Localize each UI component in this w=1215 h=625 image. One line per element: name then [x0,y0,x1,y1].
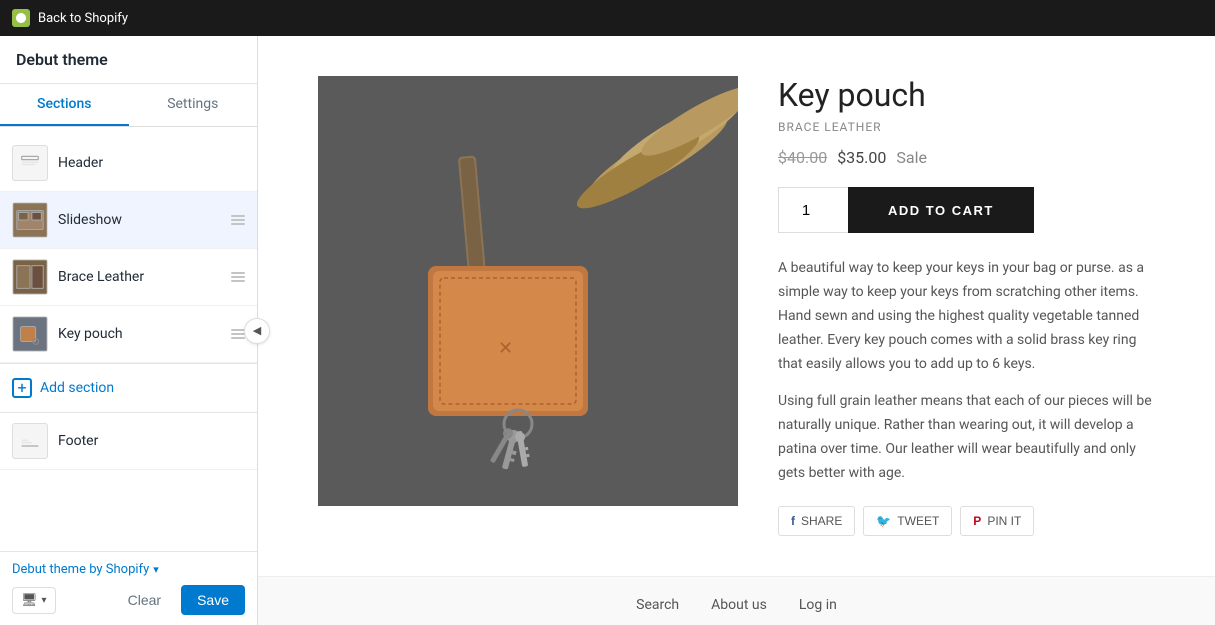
section-thumb-keypouch [12,316,48,352]
keypouch-drag-handle[interactable] [231,329,245,339]
product-image-container: ✕ [318,76,738,536]
bottom-actions: 🖥 ▾ Clear Save [12,585,245,615]
chevron-down-icon: ▾ [153,563,159,576]
pinterest-icon: P [973,514,981,528]
add-section-label: Add section [40,380,114,396]
tabs-container: Sections Settings [0,84,257,127]
section-item-slideshow[interactable]: Slideshow [0,192,257,249]
section-label-header: Header [58,155,245,171]
product-vendor: BRACE LEATHER [778,120,1155,134]
footer-link-search[interactable]: Search [636,597,679,613]
social-buttons: f SHARE 🐦 TWEET P PIN IT [778,506,1155,536]
product-price: $40.00 $35.00 Sale [778,148,1155,167]
section-label-brace: Brace Leather [58,269,221,285]
section-item-key-pouch[interactable]: Key pouch [0,306,257,363]
clear-button[interactable]: Clear [116,587,173,613]
sidebar-header: Debut theme [0,36,257,84]
topbar: Back to Shopify [0,0,1215,36]
product-description-1: A beautiful way to keep your keys in you… [778,257,1155,376]
section-item-header[interactable]: Header [0,135,257,192]
section-label-keypouch: Key pouch [58,326,221,342]
plus-icon: + [12,378,32,398]
drag-dots-slideshow [231,215,245,225]
product-image: ✕ [318,76,738,506]
tweet-button[interactable]: 🐦 TWEET [863,506,952,536]
device-toggle-button[interactable]: 🖥 ▾ [12,587,56,614]
content-area: ✕ [258,36,1215,625]
sidebar-footer: Debut theme by Shopify ▾ 🖥 ▾ Clear Save [0,551,257,625]
sale-price: $35.00 [837,148,886,167]
product-description-2: Using full grain leather means that each… [778,390,1155,485]
section-thumb-brace [12,259,48,295]
pin-label: PIN IT [987,514,1021,528]
chevron-icon: ▾ [42,595,47,606]
footer-thumb-icon [20,431,40,451]
share-label: SHARE [801,514,842,528]
theme-badge[interactable]: Debut theme by Shopify ▾ [12,562,245,577]
section-item-footer[interactable]: Footer [0,412,257,470]
collapse-sidebar-button[interactable]: ◀ [244,318,270,344]
drag-dots-brace [231,272,245,282]
shopify-icon [12,9,30,27]
product-section: ✕ [258,36,1215,576]
section-thumb-footer [12,423,48,459]
section-label-slideshow: Slideshow [58,212,221,228]
section-label-footer: Footer [58,433,245,449]
product-title: Key pouch [778,76,1155,114]
product-image-svg: ✕ [318,76,738,506]
twitter-icon: 🐦 [876,514,891,528]
product-details: Key pouch BRACE LEATHER $40.00 $35.00 Sa… [778,76,1155,536]
section-thumb-header [12,145,48,181]
footer-link-login[interactable]: Log in [799,597,837,613]
section-item-brace-leather[interactable]: Brace Leather [0,249,257,306]
add-section-button[interactable]: + Add section [0,363,257,412]
sale-badge: Sale [896,148,927,167]
slideshow-drag-handle[interactable] [231,215,245,225]
original-price: $40.00 [778,148,827,167]
tab-settings[interactable]: Settings [129,84,258,126]
back-to-shopify-link[interactable]: Back to Shopify [38,11,128,26]
main-layout: Debut theme Sections Settings Header [0,36,1215,625]
sidebar: Debut theme Sections Settings Header [0,36,258,625]
collapse-icon: ◀ [253,324,261,337]
preview-area: ✕ [258,36,1215,625]
desktop-icon: 🖥 [21,593,38,608]
slideshow-thumb-img [13,202,47,238]
drag-dots-keypouch [231,329,245,339]
add-to-cart-row: ADD TO CART [778,187,1155,233]
page-footer: Search About us Log in [258,576,1215,625]
header-thumb-icon [20,153,40,173]
section-thumb-slideshow [12,202,48,238]
save-button[interactable]: Save [181,585,245,615]
keypouch-thumb-img [13,316,47,352]
pin-button[interactable]: P PIN IT [960,506,1034,536]
theme-title: Debut theme [16,50,108,69]
quantity-input[interactable] [778,187,848,233]
sections-list: Header Slideshow [0,127,257,551]
svg-text:✕: ✕ [498,338,513,358]
share-facebook-button[interactable]: f SHARE [778,506,855,536]
tab-sections[interactable]: Sections [0,84,129,126]
add-to-cart-button[interactable]: ADD TO CART [848,187,1034,233]
brace-drag-handle[interactable] [231,272,245,282]
theme-badge-label: Debut theme by Shopify [12,562,149,577]
brace-thumb-img [13,259,47,295]
facebook-icon: f [791,514,795,528]
tweet-label: TWEET [897,514,939,528]
footer-link-about[interactable]: About us [711,597,767,613]
